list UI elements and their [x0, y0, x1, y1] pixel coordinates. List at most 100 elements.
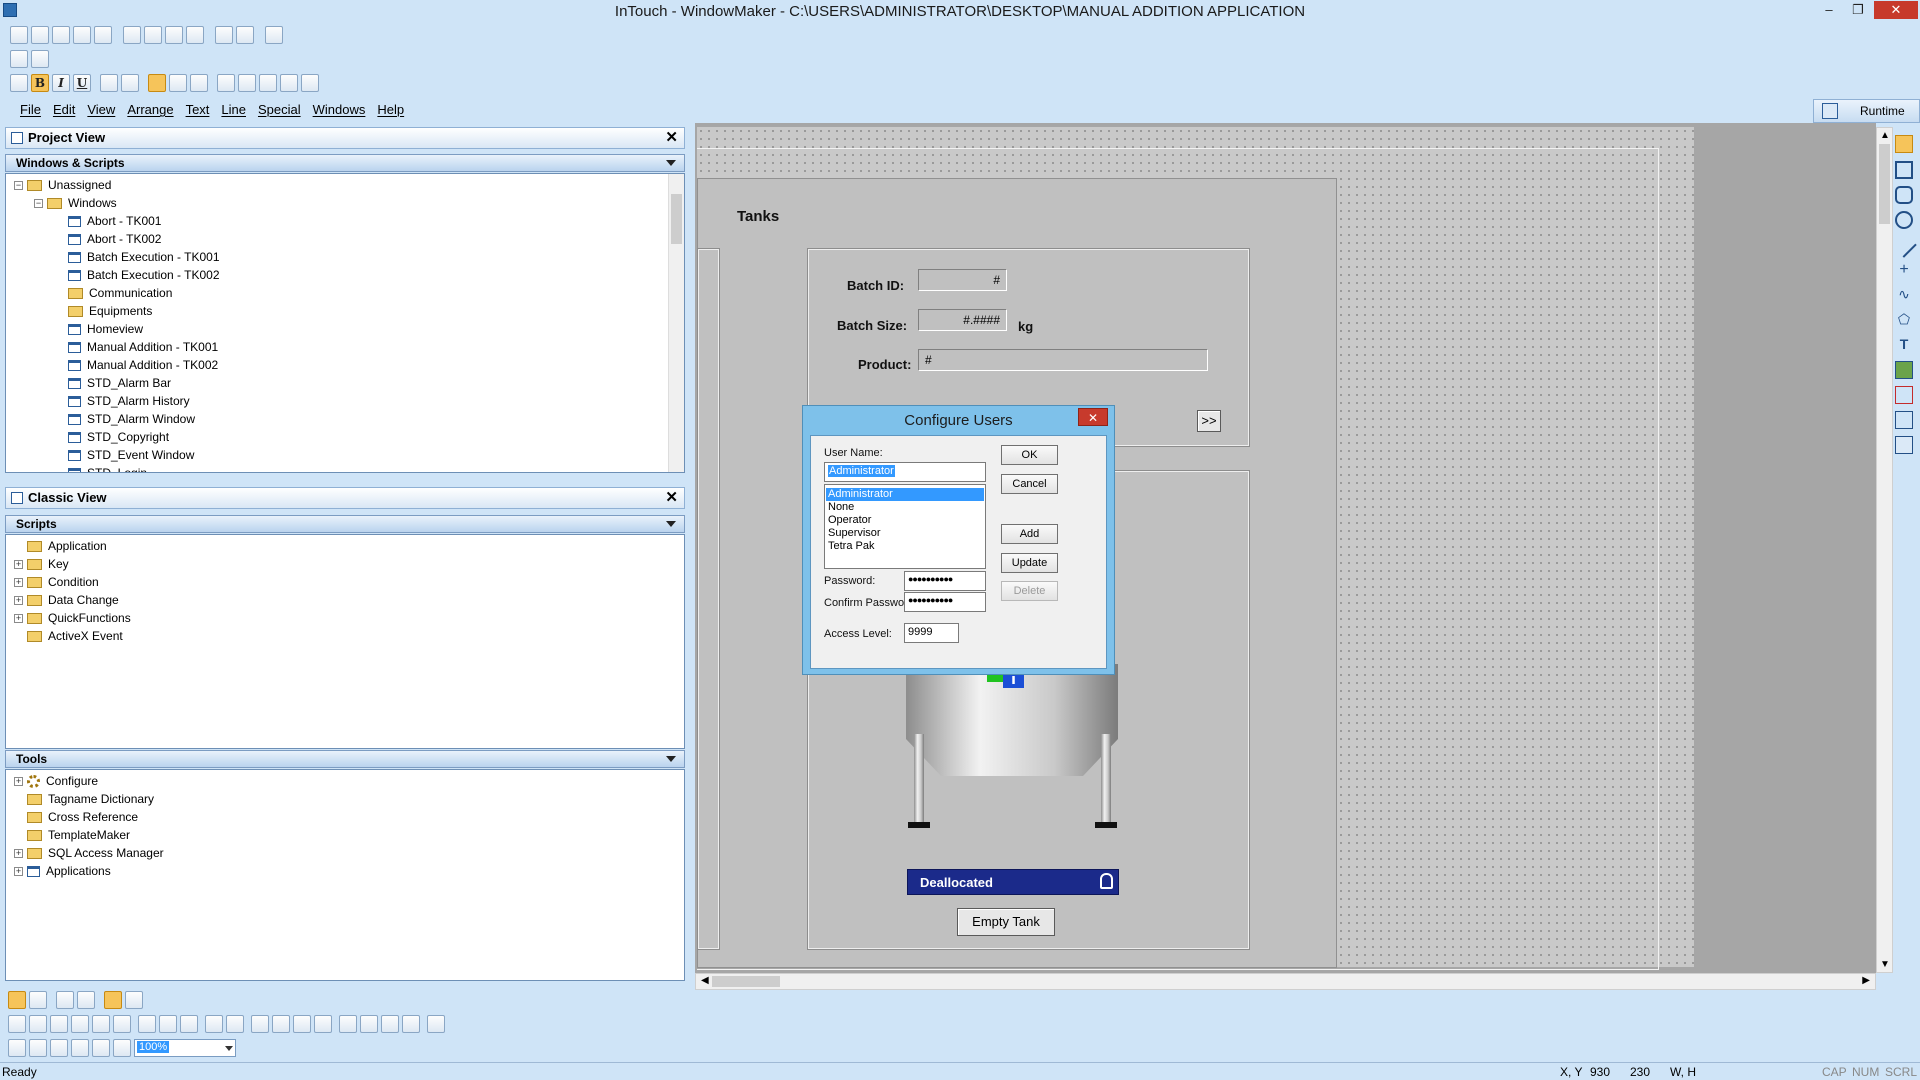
- tree-item[interactable]: Batch Execution - TK002: [68, 266, 220, 284]
- split-view-icon[interactable]: [8, 991, 26, 1009]
- collapse-icon[interactable]: −: [14, 181, 23, 191]
- user-list-item[interactable]: None: [826, 501, 984, 514]
- menu-file[interactable]: File: [14, 101, 47, 119]
- flip-horizontal-icon[interactable]: [339, 1015, 357, 1033]
- tool-item[interactable]: + SQL Access Manager: [14, 844, 164, 862]
- pan-hand-icon[interactable]: [113, 1039, 131, 1057]
- line-icon[interactable]: [1891, 232, 1917, 258]
- cut-icon[interactable]: [144, 26, 162, 44]
- make-cell-icon[interactable]: [251, 1015, 269, 1033]
- properties-icon[interactable]: [31, 50, 49, 68]
- bold-button[interactable]: B: [31, 74, 49, 92]
- close-button[interactable]: ✕: [1874, 1, 1918, 19]
- zoom-grid-icon[interactable]: [92, 1039, 110, 1057]
- selector-icon[interactable]: [1895, 135, 1913, 153]
- ok-button[interactable]: OK: [1001, 445, 1058, 465]
- expand-icon[interactable]: +: [14, 777, 23, 787]
- reduce-font-icon[interactable]: [100, 74, 118, 92]
- confirm-password-input[interactable]: ●●●●●●●●●●: [904, 592, 986, 612]
- scroll-left-icon[interactable]: ◀: [701, 975, 709, 986]
- canvas-hscrollbar[interactable]: ◀ ▶: [695, 973, 1876, 990]
- expand-icon[interactable]: +: [14, 560, 23, 570]
- duplicate-icon[interactable]: [123, 26, 141, 44]
- break-cell-icon[interactable]: [272, 1015, 290, 1033]
- project-scrollbar[interactable]: [668, 174, 684, 472]
- polygon-icon[interactable]: ⬠: [1895, 311, 1913, 329]
- tree-item[interactable]: Batch Execution - TK001: [68, 248, 220, 266]
- align-left-objects-icon[interactable]: [8, 1015, 26, 1033]
- tree-item[interactable]: Abort - TK001: [68, 212, 161, 230]
- close-window-icon[interactable]: [52, 26, 70, 44]
- center-icon[interactable]: [138, 1015, 156, 1033]
- zoom-out-icon[interactable]: [8, 1039, 26, 1057]
- menu-edit[interactable]: Edit: [47, 101, 81, 119]
- menu-special[interactable]: Special: [252, 101, 307, 119]
- tool-item[interactable]: TemplateMaker: [14, 826, 130, 844]
- menu-line[interactable]: Line: [215, 101, 252, 119]
- font-icon[interactable]: [10, 74, 28, 92]
- tree-item[interactable]: STD_Alarm History: [68, 392, 190, 410]
- tree-item[interactable]: Manual Addition - TK002: [68, 356, 218, 374]
- menu-text[interactable]: Text: [180, 101, 216, 119]
- scroll-down-icon[interactable]: ▼: [1880, 959, 1890, 970]
- scrollbar-thumb[interactable]: [671, 194, 682, 244]
- user-listbox[interactable]: Administrator None Operator Supervisor Tetra…: [824, 484, 986, 569]
- italic-button[interactable]: I: [52, 74, 70, 92]
- next-button[interactable]: >>: [1197, 410, 1221, 432]
- tree-item[interactable]: Homeview: [68, 320, 143, 338]
- batch-size-field[interactable]: #.####: [918, 309, 1007, 331]
- fit-icon[interactable]: [77, 991, 95, 1009]
- rotate-icon[interactable]: [314, 1015, 332, 1033]
- user-list-item[interactable]: Administrator: [826, 488, 984, 501]
- script-item[interactable]: + Key: [14, 555, 69, 573]
- tree-item[interactable]: STD_Event Window: [68, 446, 194, 464]
- space-horizontal-icon[interactable]: [205, 1015, 223, 1033]
- user-name-input[interactable]: Administrator: [824, 462, 986, 482]
- tool-item[interactable]: + Configure: [14, 772, 98, 790]
- expand-icon[interactable]: +: [14, 578, 23, 588]
- classic-layout-icon[interactable]: [29, 991, 47, 1009]
- zoom-value[interactable]: 100%: [137, 1041, 170, 1053]
- close-classic-view-icon[interactable]: ✕: [665, 488, 678, 508]
- make-symbol-icon[interactable]: [293, 1015, 311, 1033]
- tree-item[interactable]: STD_Copyright: [68, 428, 169, 446]
- scripts-header[interactable]: Scripts: [5, 515, 685, 533]
- expand-icon[interactable]: +: [14, 614, 23, 624]
- undo-icon[interactable]: [215, 26, 233, 44]
- empty-tank-button[interactable]: Empty Tank: [957, 908, 1055, 936]
- tree-item[interactable]: STD_Alarm Bar: [68, 374, 171, 392]
- scroll-up-icon[interactable]: ▲: [1880, 130, 1890, 141]
- text-tool-icon[interactable]: T: [1895, 336, 1913, 354]
- tool-item[interactable]: Tagname Dictionary: [14, 790, 154, 808]
- erase-icon[interactable]: [427, 1015, 445, 1033]
- hscroll-thumb[interactable]: [712, 976, 780, 987]
- script-item[interactable]: + Condition: [14, 573, 99, 591]
- send-back-icon[interactable]: [159, 1015, 177, 1033]
- rounded-rectangle-icon[interactable]: [1895, 186, 1913, 204]
- script-item[interactable]: + Data Change: [14, 591, 119, 609]
- cancel-button[interactable]: Cancel: [1001, 474, 1058, 494]
- space-vertical-icon[interactable]: [226, 1015, 244, 1033]
- collapse-icon[interactable]: −: [34, 199, 43, 209]
- flip-vertical-icon[interactable]: [360, 1015, 378, 1033]
- save-icon[interactable]: [73, 26, 91, 44]
- wizard-icon[interactable]: [10, 50, 28, 68]
- chevron-down-icon[interactable]: [666, 521, 676, 527]
- script-item[interactable]: + QuickFunctions: [14, 609, 131, 627]
- full-screen-icon[interactable]: [56, 991, 74, 1009]
- product-field[interactable]: #: [918, 349, 1208, 371]
- underline-button[interactable]: U: [73, 74, 91, 92]
- minimize-button[interactable]: –: [1816, 1, 1842, 19]
- batch-id-field[interactable]: #: [918, 269, 1007, 291]
- access-level-input[interactable]: 9999: [904, 623, 959, 643]
- paste-icon[interactable]: [186, 26, 204, 44]
- update-user-button[interactable]: Update: [1001, 553, 1058, 573]
- tree-item[interactable]: STD_Alarm Window: [68, 410, 195, 428]
- align-center-icon[interactable]: [169, 74, 187, 92]
- text-color-icon[interactable]: [259, 74, 277, 92]
- trend-icon[interactable]: [1895, 386, 1913, 404]
- button-tool-icon[interactable]: [1895, 436, 1913, 454]
- restore-button[interactable]: ❐: [1845, 1, 1871, 19]
- zoom-combo[interactable]: 100%: [134, 1039, 236, 1057]
- close-project-view-icon[interactable]: ✕: [665, 128, 678, 148]
